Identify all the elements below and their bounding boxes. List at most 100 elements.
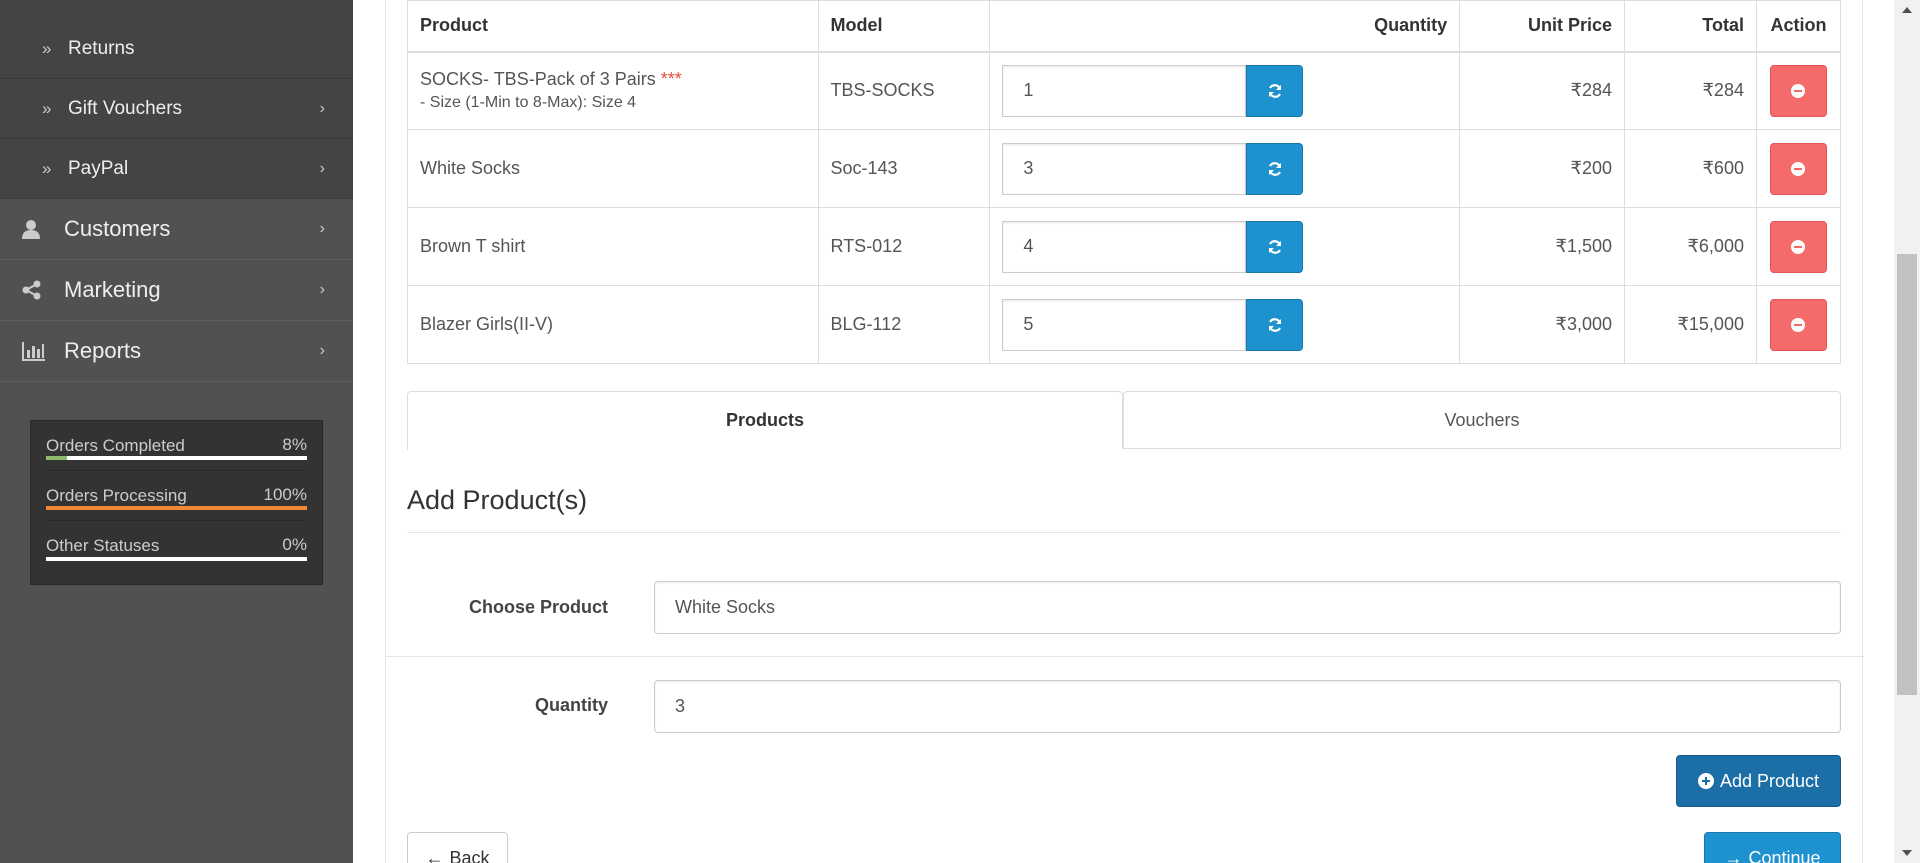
col-quantity: Quantity (989, 0, 1461, 53)
add-product-label: Add Product (1719, 770, 1820, 791)
stat-label: Orders Completed (46, 436, 185, 455)
scroll-thumb[interactable] (1897, 254, 1917, 695)
table-row: White Socks Soc-143 ₹200 ₹600 (407, 129, 1842, 208)
sidebar-item-gift-vouchers[interactable]: » Gift Vouchers › (0, 79, 353, 139)
double-chevron-icon: » (42, 158, 52, 178)
unit-price-cell: ₹3,000 (1459, 285, 1626, 364)
total-cell: ₹600 (1624, 129, 1757, 208)
stat-percent: 100% (263, 485, 307, 504)
product-name: SOCKS- TBS-Pack of 3 Pairs (420, 69, 656, 90)
page-scrollbar[interactable] (1894, 0, 1920, 863)
product-name: Brown T shirt (420, 236, 526, 256)
chevron-right-icon: › (319, 159, 325, 177)
refresh-icon (1268, 239, 1281, 254)
progress-bar (46, 456, 307, 460)
total-cell: ₹284 (1624, 51, 1757, 130)
quantity-cell (989, 51, 1461, 130)
col-action: Action (1755, 0, 1842, 53)
model-cell: BLG-112 (817, 285, 991, 364)
sidebar-item-returns[interactable]: » Returns (0, 0, 353, 79)
quantity-cell (989, 285, 1461, 364)
refresh-icon (1268, 161, 1281, 176)
double-chevron-icon: » (42, 38, 52, 58)
total-cell: ₹15,000 (1624, 285, 1757, 364)
sidebar-item-marketing[interactable]: Marketing › (0, 260, 353, 321)
arrow-left-icon: ← (425, 847, 444, 863)
product-option: - Size (1-Min to 8-Max): Size 4 (420, 94, 637, 112)
product-name: White Socks (420, 158, 521, 178)
remove-button[interactable] (1769, 142, 1827, 195)
back-label: Back (449, 847, 490, 863)
chevron-right-icon: › (319, 220, 325, 237)
product-name: Blazer Girls(II-V) (420, 314, 554, 334)
sidebar-item-label: Gift Vouchers (68, 97, 183, 119)
arrow-right-icon: → (1724, 847, 1743, 863)
continue-button[interactable]: → Continue (1704, 832, 1841, 863)
sidebar-item-label: Reports (64, 338, 142, 363)
progress-fill (46, 506, 307, 510)
total-cell: ₹6,000 (1624, 207, 1757, 286)
quantity-input[interactable] (1002, 298, 1247, 351)
quantity-input[interactable] (1002, 142, 1247, 195)
model-cell: TBS-SOCKS (817, 51, 991, 130)
action-cell (1755, 207, 1842, 286)
model-cell: RTS-012 (817, 207, 991, 286)
remove-button[interactable] (1769, 64, 1827, 117)
stat-percent: 8% (282, 435, 307, 454)
product-cell: Brown T shirt (407, 207, 819, 286)
add-product-button[interactable]: Add Product (1676, 755, 1841, 807)
table-row: Blazer Girls(II-V) BLG-112 ₹3,000 ₹15,00… (407, 285, 1842, 364)
refresh-button[interactable] (1246, 298, 1304, 351)
unit-price-cell: ₹1,500 (1459, 207, 1626, 286)
tab-vouchers[interactable]: Vouchers (1123, 391, 1841, 449)
sidebar-item-label: Marketing (64, 277, 161, 302)
refresh-button[interactable] (1246, 220, 1304, 273)
progress-bar (46, 557, 307, 561)
refresh-button[interactable] (1246, 142, 1304, 195)
table-row: Brown T shirt RTS-012 ₹1,500 ₹6,000 (407, 207, 1842, 286)
sidebar: » Returns » Gift Vouchers › » PayPal › C… (0, 0, 353, 863)
sidebar-item-paypal[interactable]: » PayPal › (0, 139, 353, 199)
unit-price-cell: ₹284 (1459, 51, 1626, 130)
quantity-input[interactable] (1002, 64, 1247, 117)
chevron-right-icon: › (319, 281, 325, 298)
refresh-button[interactable] (1246, 64, 1304, 117)
divider (386, 656, 1864, 657)
sidebar-item-label: Returns (68, 37, 135, 59)
sidebar-item-reports[interactable]: Reports › (0, 321, 353, 382)
minus-circle-icon (1791, 239, 1806, 254)
tab-products[interactable]: Products (407, 391, 1123, 450)
progress-fill (46, 456, 67, 460)
stat-orders-processing: Orders Processing 100% (46, 471, 307, 521)
quantity-input[interactable] (1002, 220, 1247, 273)
model-cell: Soc-143 (817, 129, 991, 208)
refresh-icon (1268, 317, 1281, 332)
scroll-up-arrow-icon[interactable] (1894, 0, 1920, 20)
chevron-right-icon: › (319, 99, 325, 117)
sidebar-item-label: PayPal (68, 157, 129, 179)
main-content: Product Model Quantity Unit Price Total … (385, 0, 1864, 863)
col-product: Product (407, 0, 819, 53)
refresh-icon (1268, 83, 1281, 98)
quantity-label: Quantity (534, 695, 608, 715)
remove-button[interactable] (1769, 298, 1827, 351)
sidebar-item-customers[interactable]: Customers › (0, 199, 353, 260)
remove-button[interactable] (1769, 220, 1827, 273)
sidebar-submenu: » Returns » Gift Vouchers › » PayPal › (0, 0, 353, 199)
share-icon (22, 280, 64, 300)
product-cell: Blazer Girls(II-V) (407, 285, 819, 364)
order-stats-panel: Orders Completed 8% Orders Processing 10… (30, 420, 323, 585)
stat-percent: 0% (282, 535, 307, 554)
stat-label: Orders Processing (46, 486, 187, 505)
stat-orders-completed: Orders Completed 8% (46, 421, 307, 471)
back-button[interactable]: ← Back (407, 832, 508, 863)
table-header-row: Product Model Quantity Unit Price Total … (407, 0, 1842, 53)
choose-product-input[interactable] (654, 581, 1841, 634)
bar-chart-icon (22, 341, 64, 361)
progress-bar (46, 506, 307, 510)
quantity-field[interactable] (654, 680, 1841, 733)
scroll-down-arrow-icon[interactable] (1894, 843, 1920, 863)
add-products-legend: Add Product(s) (407, 485, 1841, 533)
minus-circle-icon (1791, 83, 1806, 98)
continue-label: Continue (1748, 847, 1821, 863)
